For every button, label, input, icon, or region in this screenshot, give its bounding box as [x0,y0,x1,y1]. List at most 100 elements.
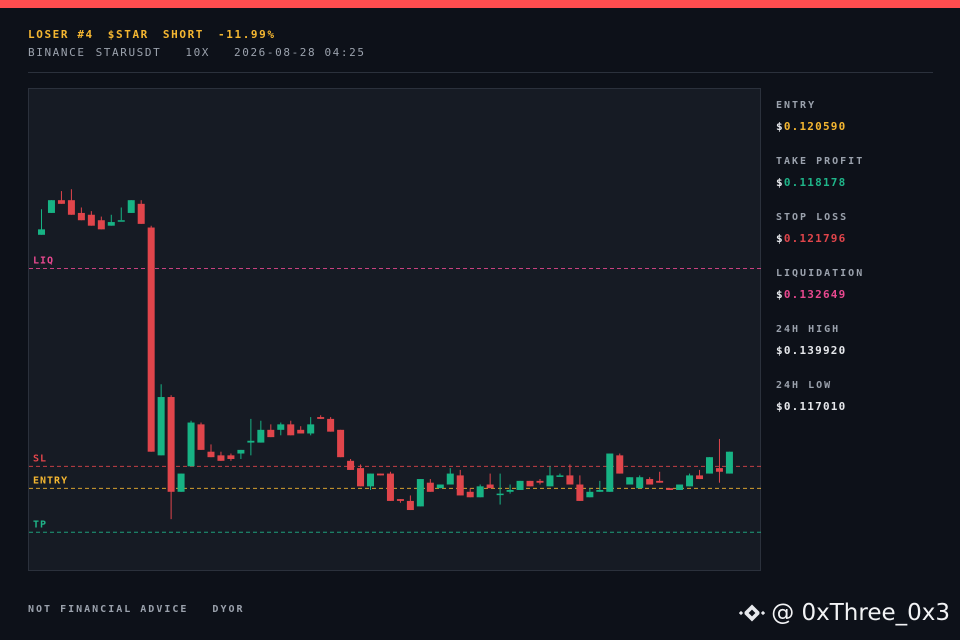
candle [47,200,55,213]
candle [247,418,255,456]
candle [466,488,474,498]
candle-body [476,486,484,498]
candle-body [347,460,355,470]
candle [526,480,534,487]
stat-value: $0.118178 [776,176,946,189]
stat-24h-high: 24H HIGH $0.139920 [776,324,946,380]
candle [516,480,524,490]
candle-body [287,424,295,436]
candle [496,473,504,505]
candle [107,214,115,226]
candle-body [486,484,494,489]
candle-body [676,484,684,490]
candle-body [187,422,195,467]
candle [376,473,384,476]
candle-body [536,480,544,483]
disclaimer-text: NOT FINANCIAL ADVICE [28,604,189,615]
candle-body [586,491,594,498]
candle-body [436,484,444,489]
candle-body [566,475,574,485]
stat-value: $0.139920 [776,344,946,357]
exchange-label: BINANCE [28,46,86,59]
candle [197,422,205,450]
stat-label: STOP LOSS [776,212,849,223]
candle [77,207,85,221]
candle [606,453,614,492]
stat-value: $0.120590 [776,120,946,133]
candle [536,479,544,485]
candle [696,469,704,480]
candle-body [626,477,634,485]
candle-body [416,479,424,507]
candle [97,216,105,230]
candle [416,479,424,507]
candle [267,424,275,438]
candle [646,477,654,485]
candle-body [426,482,434,492]
candle [87,211,95,226]
level-label-sl: SL [33,453,47,464]
candle-body [107,222,115,226]
candle [656,471,664,483]
candle-body [406,500,414,511]
candle-body [715,468,723,472]
candle-body [656,480,664,483]
candle-body [496,493,504,496]
candle [436,484,444,489]
candle [566,464,574,485]
candle [576,475,584,501]
candle-body [217,455,225,461]
candle [38,209,45,235]
stat-label: ENTRY [776,100,817,111]
candle-body [297,429,305,434]
candle [686,473,694,487]
timestamp-label: 2026-08-28 04:25 [234,46,366,59]
currency-symbol: $ [776,176,784,189]
candle [227,453,235,461]
candle-body [67,200,75,215]
candle [676,484,684,490]
candle [486,473,494,489]
candle-body [357,468,365,487]
candle-body [38,229,45,235]
stat-label: 24H LOW [776,380,833,391]
candle [446,468,454,485]
stat-entry: ENTRY $0.120590 [776,100,946,156]
candle [616,453,624,474]
candle-body [127,200,135,213]
stat-value: $0.132649 [776,288,946,301]
stat-number: 0.139920 [783,344,847,357]
stat-number: 0.132649 [783,288,847,301]
candle [586,488,594,498]
stat-number: 0.120590 [783,120,847,133]
candle-body [376,473,384,476]
side-label: SHORT [162,28,205,41]
candle-body [705,457,713,474]
disclaimer: NOT FINANCIAL ADVICE DYOR [28,604,269,615]
watermark: @ 0xThree_0x3 [739,598,950,628]
candle-body [686,475,694,487]
candle [337,429,345,458]
price-chart[interactable]: LIQ SL ENTRY TP [28,88,762,571]
candle-body [257,429,265,443]
candle-body [327,418,335,432]
change-label: -11.99% [218,28,276,41]
candle [715,438,723,483]
candle [177,473,185,492]
stat-stop-loss: STOP LOSS $0.121796 [776,212,946,268]
candle-body [725,451,733,474]
candle [556,473,564,477]
candle [207,444,215,458]
candle-body [446,473,454,485]
level-label-tp: TP [33,519,47,530]
candle [367,473,375,490]
currency-symbol: $ [776,232,784,245]
stats-panel: ENTRY $0.120590 TAKE PROFIT $0.118178 ST… [776,100,946,436]
level-label-liq: LIQ [33,256,54,267]
candle-body [147,227,155,452]
stat-label: TAKE PROFIT [776,156,865,167]
candle-body [636,477,644,489]
candle-body [646,479,654,485]
currency-symbol: $ [776,344,784,357]
candle [277,422,285,436]
